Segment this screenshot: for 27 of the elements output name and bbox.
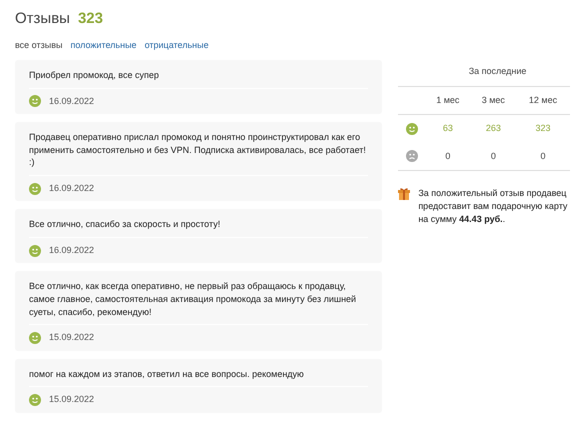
stat-cell: 263 (470, 114, 516, 142)
review-text: Продавец оперативно прислал промокод и понятно проинструктировал как его применить самостоятельно и без VPN. Подписка активировалась, все работает! :) (29, 131, 368, 176)
review-text: помог на каждом из этапов, ответил на все вопросы. рекомендую (29, 368, 368, 388)
review-text: Приобрел промокод, все супер (29, 69, 368, 89)
review-date: 16.09.2022 (49, 244, 94, 257)
period-caption: За последние (425, 58, 570, 86)
column-header: 3 мес (470, 86, 516, 114)
review-text: Все отлично, как всегда оперативно, не первый раз обращаюсь к продавцу, самое главное, самостоятельная активация промокода за минуту без лишней суеты, спасибо, рекомендую! (29, 280, 368, 326)
review-date: 16.09.2022 (49, 94, 94, 108)
review-count: 323 (78, 9, 103, 29)
gift-icon (398, 187, 410, 200)
filter-link[interactable]: положительные (70, 38, 137, 52)
column-header: 12 мес (516, 86, 570, 114)
stat-cell: 63 (425, 114, 471, 142)
filter-link[interactable]: отрицательные (144, 38, 209, 52)
page-title: Отзывы (15, 9, 70, 29)
stat-cell: 0 (516, 142, 570, 170)
column-header: 1 мес (425, 86, 471, 114)
review-date: 15.09.2022 (49, 331, 94, 344)
review-date: 15.09.2022 (49, 393, 94, 406)
review-text: Все отлично, спасибо за скорость и простоту! (29, 218, 368, 238)
stat-cell: 0 (470, 142, 516, 170)
stat-cell: 323 (516, 114, 570, 142)
review-date: 16.09.2022 (49, 182, 94, 195)
gift-card-note: За положительный отзыв продавец предоставит вам подарочную карту на сумму 44.43 руб.. (418, 187, 568, 226)
stat-cell: 0 (425, 142, 471, 170)
filter-link[interactable]: все отзывы (15, 38, 62, 52)
